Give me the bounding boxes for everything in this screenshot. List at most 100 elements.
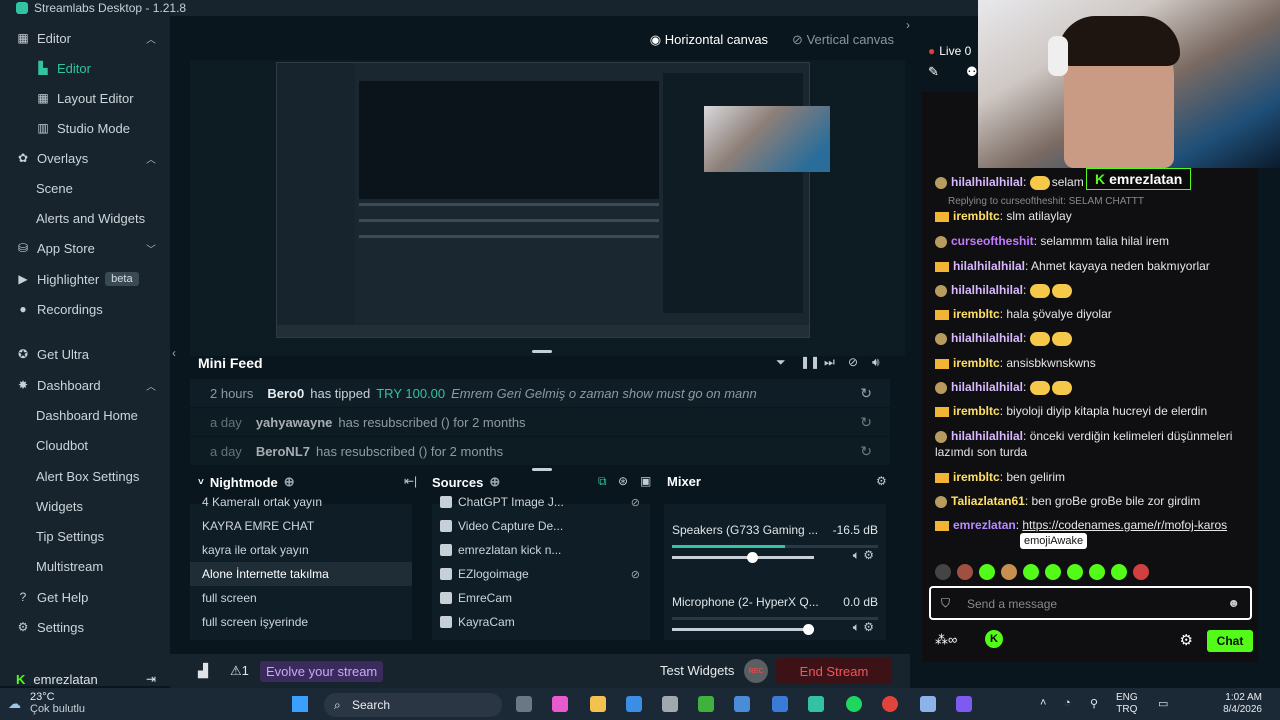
emote-icon[interactable]	[1089, 564, 1105, 580]
weather-widget[interactable]: 23°C Çok bulutlu	[30, 691, 85, 715]
horizontal-canvas-button[interactable]: ◉ Horizontal canvas	[650, 32, 768, 48]
gear-icon[interactable]: ⚙	[1180, 631, 1193, 649]
store-app-icon[interactable]	[626, 696, 642, 712]
wifi-icon[interactable]: ◔	[1064, 697, 1071, 709]
sidebar-item-studio-mode[interactable]: ▥ Studio Mode	[0, 114, 170, 142]
chat-username[interactable]: irembltc	[953, 356, 1000, 370]
edit-icon[interactable]: ✎	[928, 64, 939, 80]
volume-icon[interactable]: 🔊︎	[872, 355, 880, 370]
chrome-icon[interactable]	[882, 696, 898, 712]
source-item[interactable]: ChatGPT Image J... ⊘	[432, 490, 650, 514]
emoji-icon[interactable]: ☻	[1227, 596, 1240, 610]
scene-item[interactable]: full screen işyerinde	[190, 610, 412, 634]
emote-icon[interactable]	[1133, 564, 1149, 580]
speaker-icon[interactable]: 🔈︎	[853, 620, 860, 634]
evolve-stream-button[interactable]: Evolve your stream	[260, 661, 384, 682]
mic-icon[interactable]: ⚲	[1090, 697, 1098, 710]
sidebar-item-alerts-widgets[interactable]: Alerts and Widgets	[0, 204, 170, 232]
scene-item[interactable]: 4 Kameralı ortak yayın	[190, 490, 412, 514]
emote-icon[interactable]	[979, 564, 995, 580]
end-stream-button[interactable]: End Stream	[776, 658, 892, 684]
chat-message-input[interactable]	[967, 595, 1207, 613]
sidebar-group-editor[interactable]: ▦ Editor ︿	[0, 24, 170, 52]
emote-icon[interactable]	[935, 564, 951, 580]
sidebar-item-get-ultra[interactable]: ✪ Get Ultra	[0, 340, 170, 368]
add-scene-icon[interactable]: ⊕	[284, 474, 295, 490]
sidebar-item-layout-editor[interactable]: ▦ Layout Editor	[0, 84, 170, 112]
gear-icon[interactable]: ⚙	[863, 620, 874, 634]
chat-username[interactable]: Taliazlatan61	[951, 494, 1025, 508]
source-folder-icon[interactable]: ⧉	[598, 474, 607, 489]
chat-username[interactable]: irembltc	[953, 404, 1000, 418]
skip-icon[interactable]: ⏭	[824, 355, 835, 370]
replay-icon[interactable]: ↻	[860, 443, 872, 460]
emote-icon[interactable]	[1111, 564, 1127, 580]
sidebar-item-recordings[interactable]: ● Recordings	[0, 295, 170, 323]
people-icon[interactable]: ⚉	[966, 64, 978, 80]
filter-icon[interactable]: ⏷	[776, 355, 786, 370]
sidebar-group-app-store[interactable]: ⛁ App Store ﹀	[0, 234, 170, 262]
xbox-icon[interactable]	[698, 696, 714, 712]
editor-app-icon[interactable]	[772, 696, 788, 712]
discord-icon[interactable]	[956, 696, 972, 712]
chat-username[interactable]: emrezlatan	[953, 518, 1016, 532]
kick-k-icon[interactable]: K	[985, 630, 1003, 648]
volume-slider[interactable]	[672, 552, 814, 563]
mute-alerts-icon[interactable]: ⊘	[848, 355, 858, 369]
replay-icon[interactable]: ↻	[860, 414, 872, 431]
system-clock[interactable]: 1:02 AM 8/4/2026	[1196, 692, 1262, 716]
volume-slider-knob[interactable]	[746, 552, 758, 563]
sidebar-group-dashboard[interactable]: ✸ Dashboard ︿	[0, 371, 170, 399]
volume-slider-knob[interactable]	[803, 624, 815, 635]
vertical-canvas-button[interactable]: ⊘ Vertical canvas	[792, 32, 894, 48]
app-icon[interactable]	[662, 696, 678, 712]
chat-username[interactable]: hilalhilalhilal	[951, 283, 1023, 297]
source-group-icon[interactable]: ⊛	[618, 474, 628, 488]
sidebar-item-editor[interactable]: ▙ Editor	[0, 54, 170, 82]
sidebar-group-overlays[interactable]: ✿ Overlays ︿	[0, 144, 170, 172]
sidebar-item-get-help[interactable]: ? Get Help	[0, 583, 170, 611]
scene-item-selected[interactable]: Alone İnternette takılma	[190, 562, 412, 586]
chat-username[interactable]: hilalhilalhilal	[951, 175, 1023, 189]
source-item[interactable]: EmreCam	[432, 586, 650, 610]
add-source-icon[interactable]: ⊕	[489, 474, 500, 490]
record-button[interactable]: REC	[744, 659, 768, 683]
chat-username[interactable]: hilalhilalhilal	[951, 429, 1023, 443]
chat-username[interactable]: hilalhilalhilal	[951, 380, 1023, 394]
chat-username[interactable]: hilalhilalhilal	[951, 331, 1023, 345]
copilot-icon[interactable]	[552, 696, 568, 712]
performance-icon[interactable]: ▟	[198, 663, 208, 679]
chat-send-button[interactable]: Chat	[1207, 630, 1253, 652]
chat-link[interactable]: https://codenames.game/r/mofoj-karos	[1022, 518, 1227, 532]
scene-item[interactable]: full screen	[190, 586, 412, 610]
scene-collection-header[interactable]: ˅ Nightmode ⊕	[198, 474, 295, 490]
source-image-icon[interactable]: ▣	[640, 474, 651, 488]
volume-slider[interactable]	[672, 624, 815, 635]
source-item[interactable]: KayraCam	[432, 610, 650, 634]
emote-icon[interactable]	[1045, 564, 1061, 580]
taskbar-search[interactable]: ⌕ Search	[324, 693, 502, 717]
windows-start-icon[interactable]	[292, 696, 308, 712]
chat-username[interactable]: hilalhilalhilal	[953, 259, 1025, 273]
collapse-left-icon[interactable]: ‹	[172, 346, 176, 360]
replay-icon[interactable]: ↻	[860, 385, 872, 402]
sidebar-item-alert-box-settings[interactable]: Alert Box Settings	[0, 462, 170, 490]
app-icon[interactable]	[920, 696, 936, 712]
chat-username[interactable]: irembltc	[953, 470, 1000, 484]
sidebar-item-scene[interactable]: Scene	[0, 174, 170, 202]
sidebar-item-cloudbot[interactable]: Cloudbot	[0, 431, 170, 459]
sidebar-item-settings[interactable]: ⚙ Settings	[0, 613, 170, 641]
sidebar-item-widgets[interactable]: Widgets	[0, 492, 170, 520]
emote-icon[interactable]	[957, 564, 973, 580]
test-widgets-button[interactable]: Test Widgets	[660, 663, 734, 678]
source-item[interactable]: emrezlatan kick n...	[432, 538, 650, 562]
hidden-eye-icon[interactable]: ⊘	[631, 568, 640, 581]
gear-icon[interactable]: ⚙	[863, 548, 874, 562]
sidebar-item-highlighter[interactable]: ▶ Highlighter beta	[0, 265, 170, 293]
source-item[interactable]: Video Capture De...	[432, 514, 650, 538]
stream-preview[interactable]	[190, 60, 905, 356]
chat-options-icon[interactable]: ⁂∞	[935, 632, 957, 648]
sidebar-item-tip-settings[interactable]: Tip Settings	[0, 522, 170, 550]
chat-username[interactable]: irembltc	[953, 209, 1000, 223]
emote-icon[interactable]	[1067, 564, 1083, 580]
